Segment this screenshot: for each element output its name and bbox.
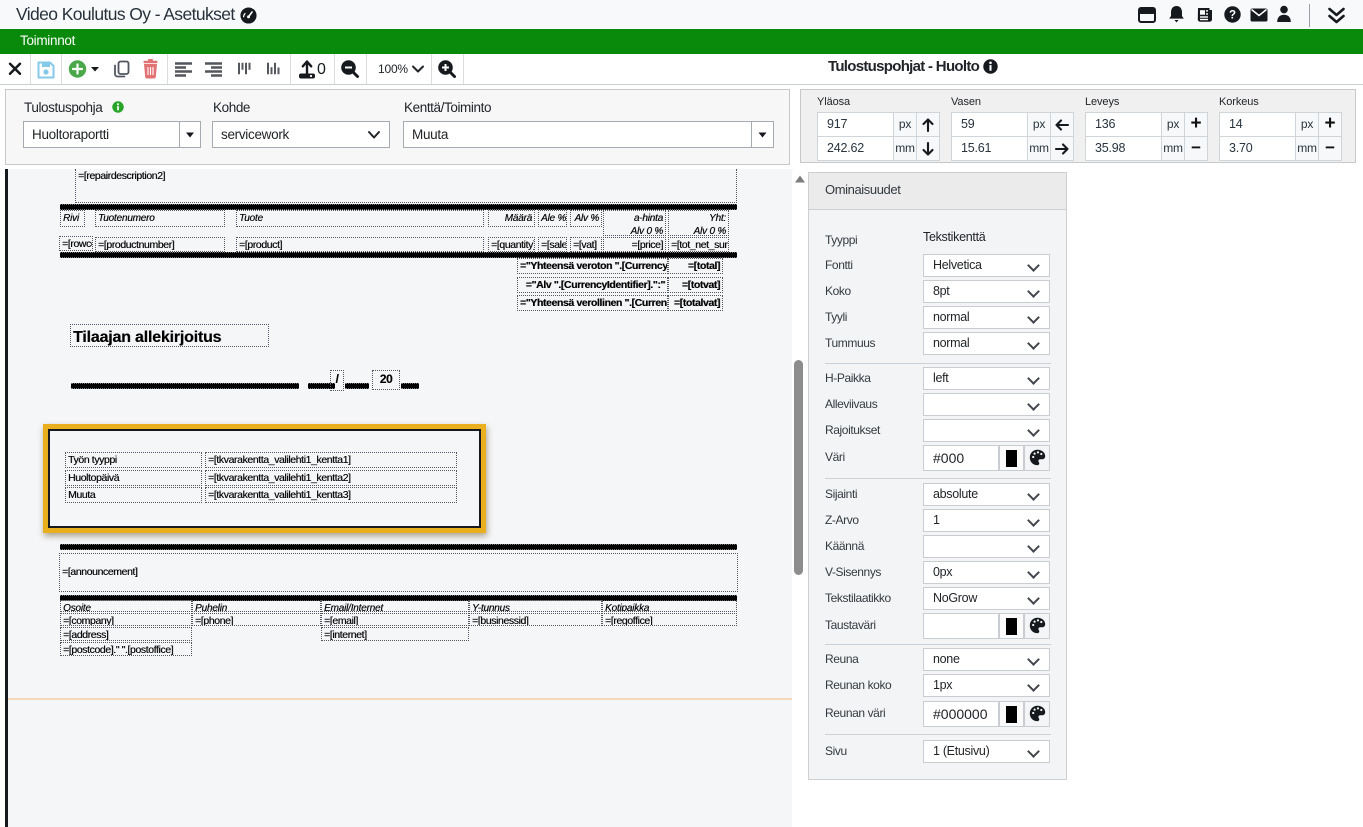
svg-text:?: ? [1229, 10, 1236, 22]
